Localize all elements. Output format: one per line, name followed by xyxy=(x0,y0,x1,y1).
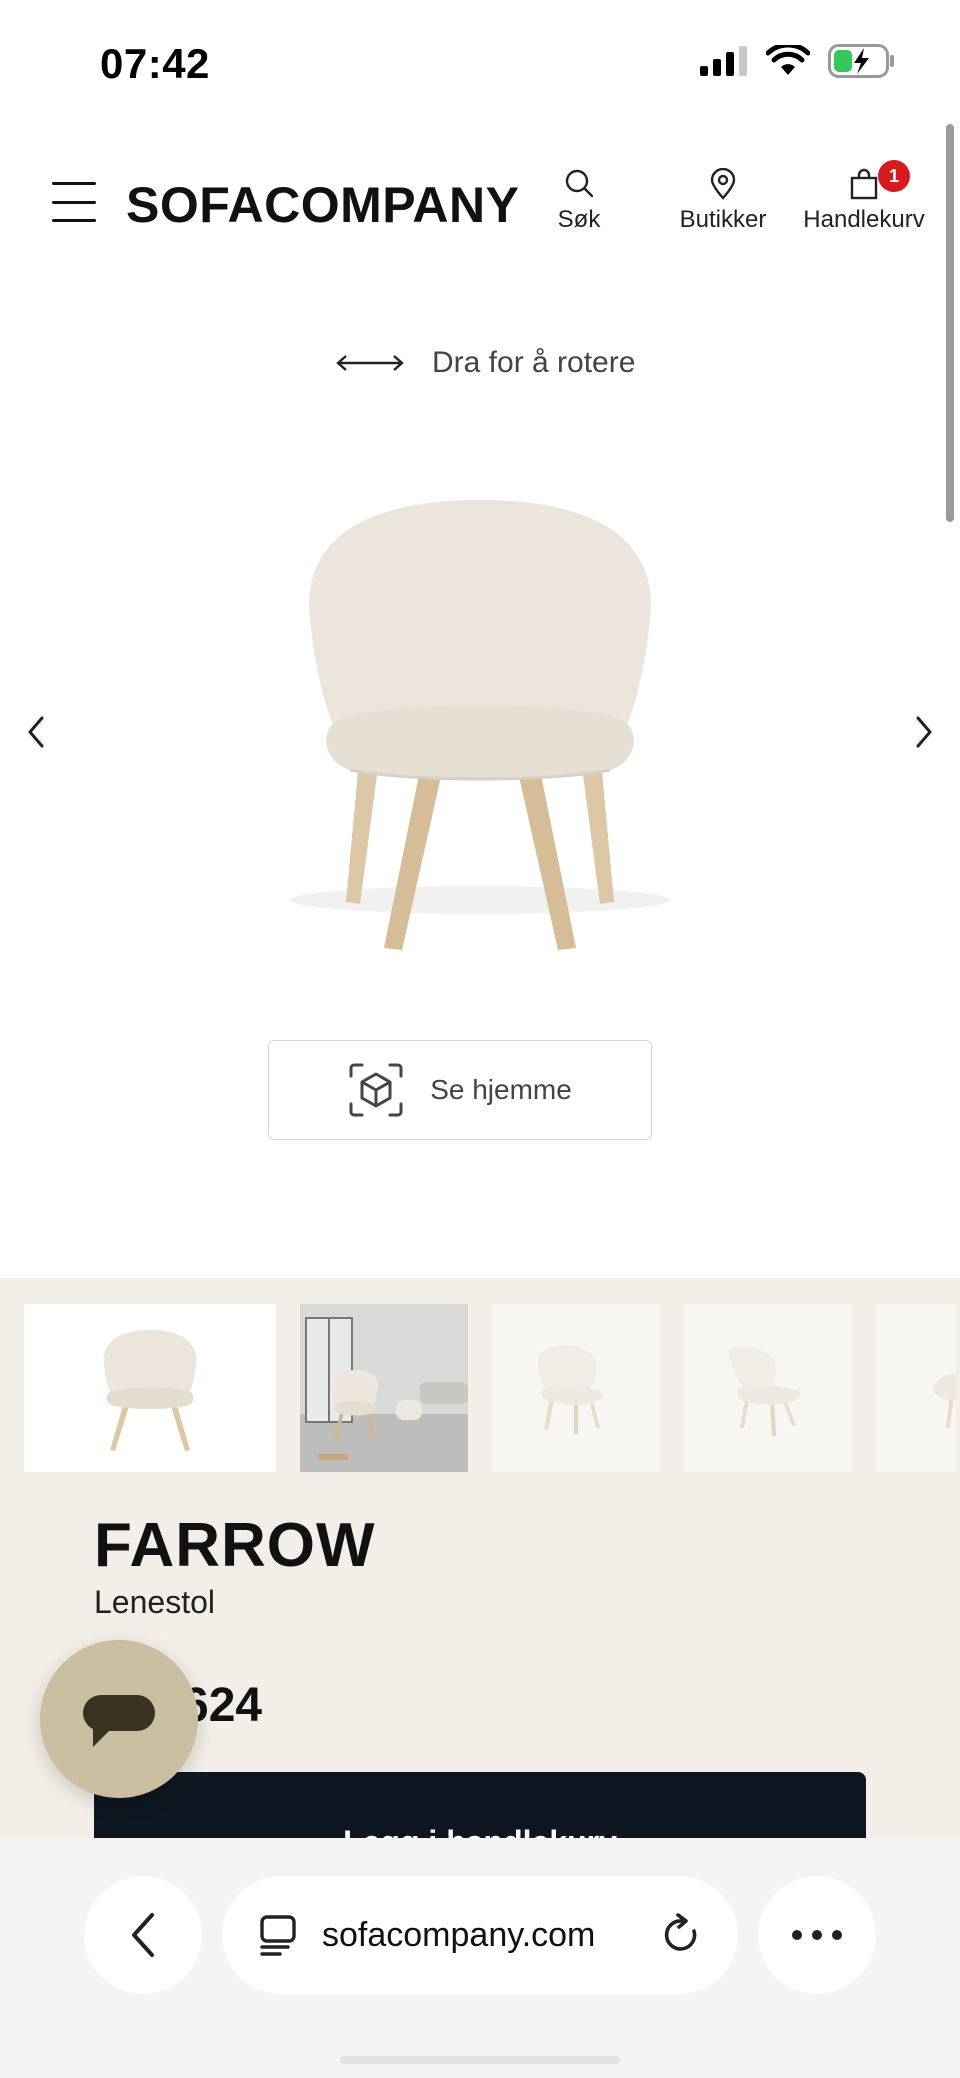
back-icon xyxy=(132,1913,154,1957)
thumbnail-angle-view[interactable] xyxy=(492,1304,660,1472)
nav-stores-label: Butikker xyxy=(679,206,767,233)
ar-cube-icon xyxy=(349,1063,403,1117)
site-header: SOFACOMPANY Søk Butikker Handlekurv 1 xyxy=(0,150,960,260)
menu-line xyxy=(52,200,96,204)
cart-count-badge: 1 xyxy=(878,160,910,192)
search-icon xyxy=(565,169,594,198)
horizontal-arrows-icon xyxy=(336,355,404,371)
address-bar[interactable]: sofacompany.com xyxy=(222,1876,738,1994)
product-name: FARROW xyxy=(94,1511,376,1580)
site-logo[interactable]: SOFACOMPANY xyxy=(126,176,520,234)
product-viewer[interactable] xyxy=(0,460,960,1020)
wifi-icon xyxy=(766,45,810,75)
shopping-bag-icon xyxy=(850,168,878,200)
browser-toolbar: sofacompany.com xyxy=(0,1838,960,2078)
chair-partial-thumbnail-image xyxy=(933,1374,956,1428)
more-icon xyxy=(792,1930,842,1940)
reload-icon[interactable] xyxy=(660,1913,704,1957)
menu-button[interactable] xyxy=(50,178,98,226)
thumbnail-front-view[interactable] xyxy=(24,1304,276,1472)
rotate-hint: Dra for å rotere xyxy=(334,346,635,380)
browser-more-button[interactable] xyxy=(758,1876,876,1994)
menu-line xyxy=(52,182,96,185)
chevron-right-icon[interactable] xyxy=(908,712,940,752)
chair-3d-model[interactable] xyxy=(270,500,690,970)
menu-line xyxy=(52,219,96,222)
thumbnail-partial-view[interactable] xyxy=(876,1304,956,1472)
chat-bubble-icon xyxy=(83,1695,155,1747)
browser-back-button[interactable] xyxy=(84,1876,202,1994)
tabs-icon[interactable] xyxy=(258,1913,298,1957)
product-type: Lenestol xyxy=(94,1584,215,1620)
status-time: 07:42 xyxy=(100,40,210,87)
thumbnail-strip[interactable] xyxy=(24,1304,956,1472)
status-icons xyxy=(700,44,896,78)
cellular-signal-icon xyxy=(700,46,747,76)
status-bar: 07:42 xyxy=(0,0,960,120)
nav-cart[interactable]: Handlekurv 1 xyxy=(796,160,932,234)
home-indicator xyxy=(340,2056,620,2064)
chair-angle-thumbnail-image xyxy=(538,1345,603,1434)
location-pin-icon xyxy=(710,168,736,200)
chair-thumbnail-image xyxy=(103,1330,197,1451)
rotate-hint-text: Dra for å rotere xyxy=(432,346,636,379)
see-at-home-label: Se hjemme xyxy=(430,1074,572,1105)
chair-side-thumbnail-image xyxy=(728,1347,801,1436)
room-thumbnail-image xyxy=(300,1304,468,1472)
nav-cart-label: Handlekurv xyxy=(803,206,925,233)
see-at-home-button[interactable]: Se hjemme xyxy=(268,1040,652,1140)
thumbnail-side-view[interactable] xyxy=(684,1304,852,1472)
address-bar-url: sofacompany.com xyxy=(322,1915,596,1954)
chat-button[interactable] xyxy=(40,1640,198,1798)
battery-charging-icon xyxy=(828,44,894,78)
thumbnail-room-scene[interactable] xyxy=(300,1304,468,1472)
nav-stores[interactable]: Butikker xyxy=(670,168,776,234)
nav-search-label: Søk xyxy=(557,206,601,233)
nav-search[interactable]: Søk xyxy=(552,168,606,234)
chevron-left-icon[interactable] xyxy=(20,712,52,752)
